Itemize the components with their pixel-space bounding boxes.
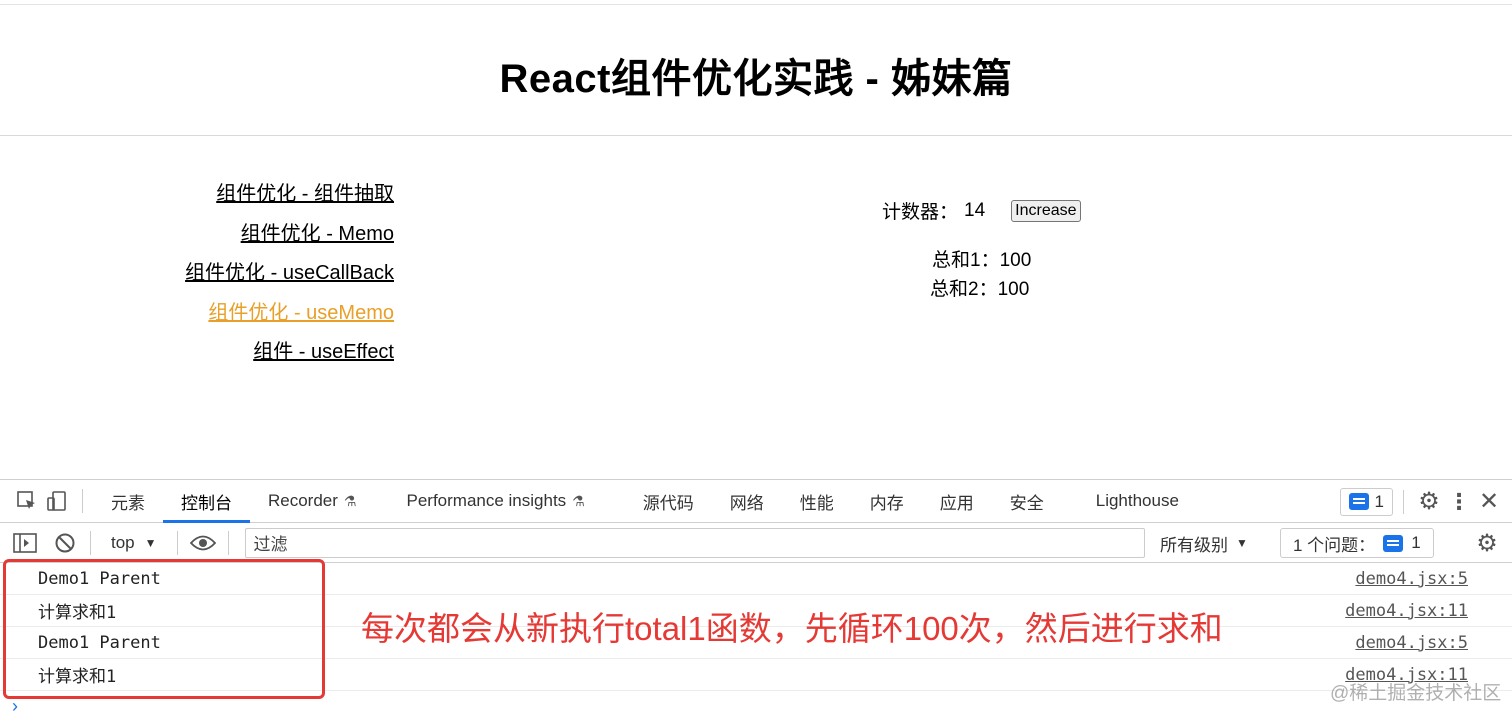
issues-count: 1 bbox=[1411, 533, 1421, 552]
close-devtools-icon[interactable]: ✕ bbox=[1474, 487, 1504, 517]
sum1-text: 总和1：100 bbox=[932, 250, 1032, 271]
demo-nav: 组件优化 - 组件抽取 组件优化 - Memo 组件优化 - useCallBa… bbox=[100, 180, 394, 378]
console-filterbar: top ▼ 过滤 所有级别 ▼ 1 个问题： 1 ⚙ bbox=[0, 523, 1512, 563]
log-source-link[interactable]: demo4.jsx:5 bbox=[1355, 633, 1468, 653]
filterbar-separator bbox=[227, 530, 229, 555]
settings-gear-icon[interactable]: ⚙ bbox=[1414, 487, 1444, 517]
counter-row: 计数器： 14 Increase bbox=[882, 197, 1081, 224]
dropdown-arrow-icon: ▼ bbox=[1236, 536, 1248, 550]
page-title: React组件优化实践 - 姊妹篇 bbox=[499, 57, 1013, 101]
tab-elements[interactable]: 元素 bbox=[93, 480, 163, 523]
tab-recorder[interactable]: Recorder ⚗ bbox=[250, 480, 374, 523]
tab-sources[interactable]: 源代码 bbox=[625, 480, 712, 523]
tab-security[interactable]: 安全 bbox=[992, 480, 1062, 523]
watermark: @稀土掘金技术社区 bbox=[1330, 683, 1502, 704]
tab-performance[interactable]: 性能 bbox=[782, 480, 852, 523]
counter-value: 14 bbox=[964, 199, 986, 221]
tab-memory[interactable]: 内存 bbox=[852, 480, 922, 523]
issues-counter-button[interactable]: 1 个问题： 1 bbox=[1280, 528, 1434, 558]
console-prompt-chevron-icon[interactable]: › bbox=[12, 696, 18, 717]
context-value: top bbox=[111, 532, 135, 552]
flask-icon: ⚗ bbox=[572, 492, 585, 509]
flask-icon: ⚗ bbox=[343, 492, 357, 509]
clear-console-icon[interactable] bbox=[50, 528, 80, 558]
tab-performance-insights[interactable]: Performance insights ⚗ bbox=[388, 480, 602, 523]
tabbar-separator bbox=[82, 489, 83, 513]
devtools-tabbar: 元素 控制台 Recorder ⚗ Performance insights ⚗ 源… bbox=[0, 480, 1512, 523]
highlight-box bbox=[3, 559, 325, 699]
increase-button[interactable]: Increase bbox=[1011, 199, 1081, 222]
issues-badge-count: 1 bbox=[1374, 491, 1384, 511]
more-options-icon[interactable]: ⋮ bbox=[1444, 487, 1474, 517]
header-divider bbox=[0, 135, 1512, 136]
filterbar-separator bbox=[176, 530, 178, 555]
log-source-link[interactable]: demo4.jsx:5 bbox=[1355, 569, 1468, 589]
counter-label: 计数器： bbox=[882, 202, 959, 223]
tab-application[interactable]: 应用 bbox=[922, 480, 992, 523]
tab-console[interactable]: 控制台 bbox=[163, 480, 250, 523]
context-select[interactable]: top ▼ bbox=[101, 533, 167, 553]
message-icon bbox=[1383, 534, 1404, 552]
console-filter-input[interactable]: 过滤 bbox=[244, 527, 1145, 558]
console-settings-gear-icon[interactable]: ⚙ bbox=[1472, 528, 1502, 558]
nav-link-extract[interactable]: 组件优化 - 组件抽取 bbox=[100, 180, 394, 208]
sum2-text: 总和2：100 bbox=[930, 279, 1030, 300]
tab-lighthouse[interactable]: Lighthouse bbox=[1078, 480, 1197, 523]
nav-link-usecallback[interactable]: 组件优化 - useCallBack bbox=[100, 259, 394, 287]
nav-link-useeffect[interactable]: 组件 - useEffect bbox=[100, 338, 394, 366]
log-levels-select[interactable]: 所有级别 ▼ bbox=[1160, 523, 1248, 563]
log-source-link[interactable]: demo4.jsx:11 bbox=[1345, 601, 1468, 621]
issues-badge-button[interactable]: 1 bbox=[1339, 487, 1393, 516]
filter-placeholder: 过滤 bbox=[253, 535, 288, 554]
log-levels-value: 所有级别 bbox=[1160, 535, 1228, 555]
annotation-text: 每次都会从新执行total1函数，先循环100次，然后进行求和 bbox=[361, 610, 1223, 647]
inspect-element-icon[interactable] bbox=[12, 486, 42, 516]
nav-link-usememo[interactable]: 组件优化 - useMemo bbox=[100, 299, 394, 327]
issues-label: 1 个问题： bbox=[1293, 535, 1376, 555]
tab-network[interactable]: 网络 bbox=[712, 480, 782, 523]
live-expression-eye-icon[interactable] bbox=[188, 528, 218, 558]
message-icon bbox=[1348, 493, 1369, 510]
tabbar-separator bbox=[1403, 489, 1404, 514]
top-divider bbox=[0, 4, 1512, 5]
device-toolbar-icon[interactable] bbox=[42, 486, 72, 516]
nav-link-memo[interactable]: 组件优化 - Memo bbox=[100, 220, 394, 248]
dropdown-arrow-icon: ▼ bbox=[144, 535, 157, 550]
filterbar-separator bbox=[90, 530, 91, 555]
tabbar-right-controls: 1 ⚙ ⋮ ✕ bbox=[1328, 480, 1512, 523]
sidebar-toggle-icon[interactable] bbox=[10, 528, 40, 558]
